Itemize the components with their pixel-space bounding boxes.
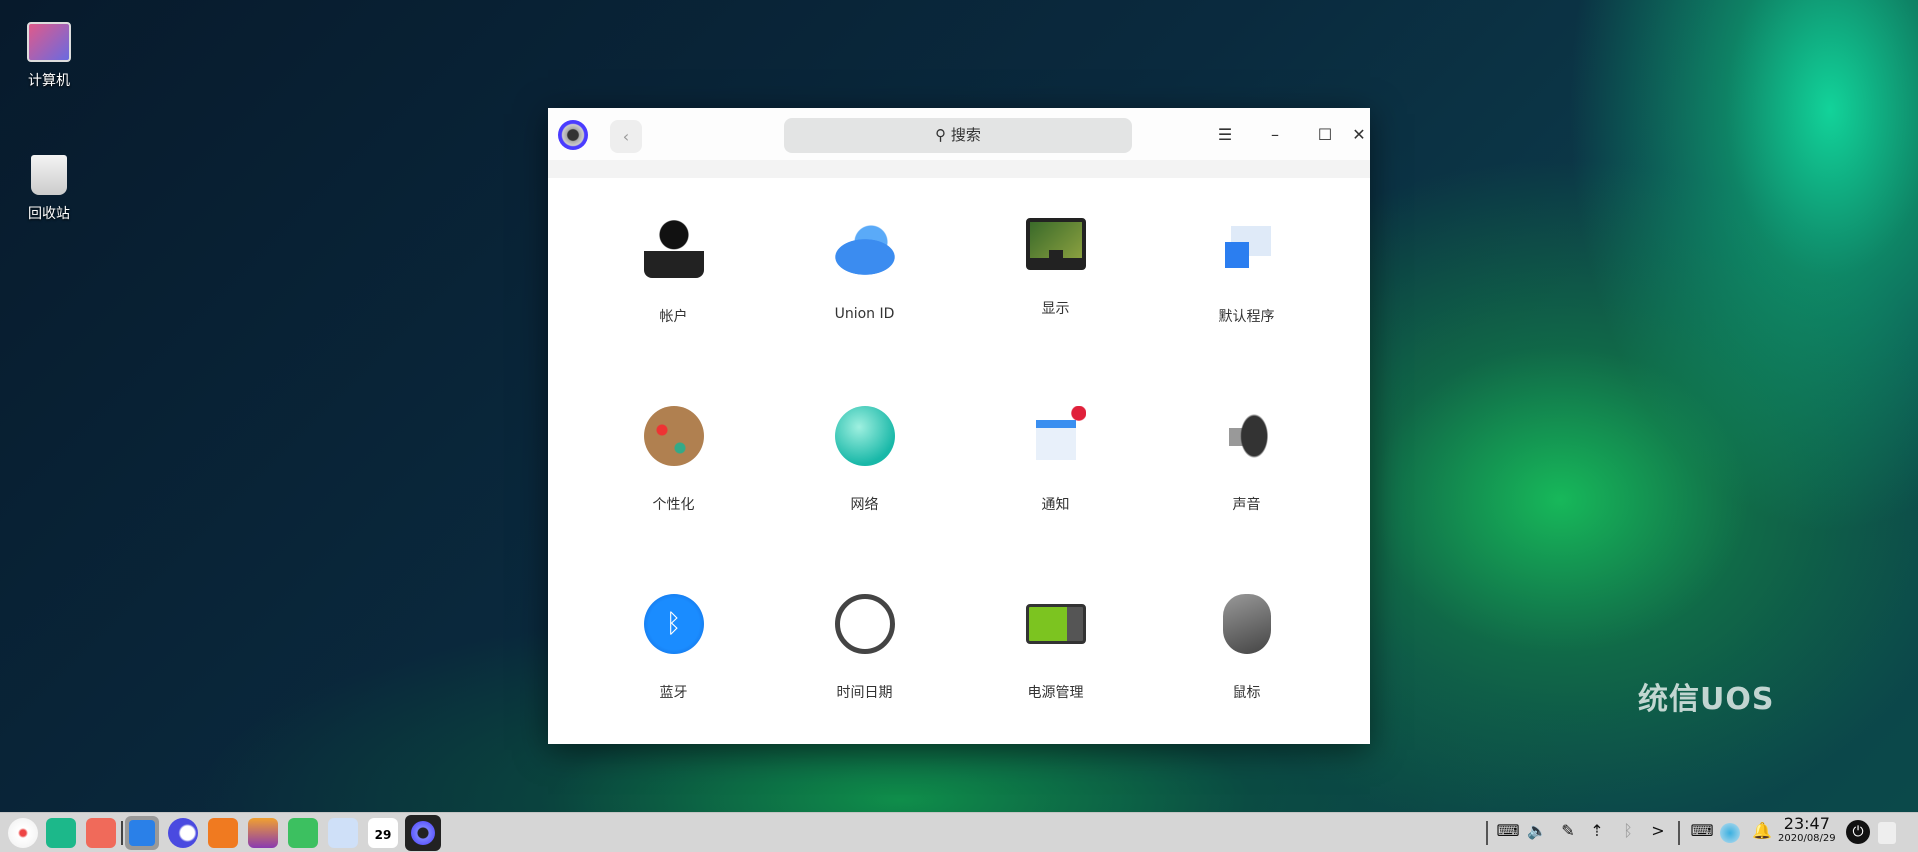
taskbar: 29 ⌨ 🔈 ✎ ⇡ ᛒ > ⌨ 🔔 23:47 2020/08/29 ⏻ <box>0 812 1918 852</box>
active-app-highlight[interactable] <box>125 816 159 850</box>
module-display[interactable]: 显示 <box>960 200 1151 388</box>
mouse-icon <box>1222 594 1271 654</box>
module-label: 鼠标 <box>1232 685 1261 701</box>
desktop-icon-computer[interactable]: 计算机 <box>9 22 89 90</box>
music-icon[interactable] <box>288 818 318 848</box>
trash-icon <box>31 155 67 195</box>
module-label: 声音 <box>1232 497 1261 513</box>
desktop-icon-label: 回收站 <box>28 206 70 222</box>
bluetooth-icon: ᛒ <box>643 594 704 654</box>
module-label: 时间日期 <box>836 685 893 701</box>
module-mouse[interactable]: 鼠标 <box>1151 576 1342 764</box>
module-power[interactable]: 电源管理 <box>960 576 1151 764</box>
tray-separator <box>1678 821 1680 845</box>
computer-icon <box>27 22 71 62</box>
default-apps-icon <box>1216 218 1277 278</box>
photo-viewer-icon[interactable] <box>248 818 278 848</box>
module-label: Union ID <box>834 306 895 322</box>
cloud-icon <box>834 218 895 278</box>
module-union-id[interactable]: Union ID <box>769 200 960 388</box>
clock-icon <box>834 594 895 654</box>
contacts-icon[interactable] <box>328 818 358 848</box>
launcher-icon[interactable] <box>8 818 38 848</box>
taskbar-separator <box>121 821 123 845</box>
browser-icon[interactable] <box>168 818 198 848</box>
module-notification[interactable]: 通知 <box>960 388 1151 576</box>
usb-icon[interactable]: ⇡ <box>1585 821 1609 840</box>
file-manager-icon[interactable] <box>46 818 76 848</box>
trash-tray-icon[interactable] <box>1878 822 1896 844</box>
module-personalization[interactable]: 个性化 <box>578 388 769 576</box>
keyboard-icon[interactable]: ⌨ <box>1496 821 1520 840</box>
clock[interactable]: 23:47 2020/08/29 <box>1778 814 1836 845</box>
module-label: 网络 <box>850 497 879 513</box>
module-label: 通知 <box>1041 497 1070 513</box>
shop-icon[interactable] <box>208 818 238 848</box>
power-button[interactable]: ⏻ <box>1846 820 1870 844</box>
desktop-icon-label: 计算机 <box>28 73 70 89</box>
module-accounts[interactable]: 帐户 <box>578 200 769 388</box>
module-label: 显示 <box>1041 301 1070 317</box>
module-label: 电源管理 <box>1027 685 1084 701</box>
close-button[interactable]: ✕ <box>1344 120 1374 150</box>
module-datetime[interactable]: 时间日期 <box>769 576 960 764</box>
module-network[interactable]: 网络 <box>769 388 960 576</box>
app-store-icon[interactable] <box>86 818 116 848</box>
input-method-icon[interactable]: ⌨ <box>1690 821 1714 840</box>
module-bluetooth[interactable]: ᛒ 蓝牙 <box>578 576 769 764</box>
menu-button[interactable]: ☰ <box>1210 120 1240 150</box>
calendar-icon[interactable]: 29 <box>368 818 398 848</box>
search-input[interactable]: ⚲ 搜索 <box>784 118 1132 153</box>
palette-icon <box>643 406 704 466</box>
volume-icon[interactable]: 🔈 <box>1525 821 1549 840</box>
account-icon <box>643 218 704 278</box>
clock-time: 23:47 <box>1783 814 1830 833</box>
module-label: 默认程序 <box>1218 309 1275 325</box>
module-default-apps[interactable]: 默认程序 <box>1151 200 1342 388</box>
network-tray-icon[interactable] <box>1720 823 1740 843</box>
network-globe-icon <box>834 406 895 466</box>
module-sound[interactable]: 声音 <box>1151 388 1342 576</box>
desktop-icon-trash[interactable]: 回收站 <box>9 155 89 223</box>
module-label: 蓝牙 <box>659 685 688 701</box>
minimize-button[interactable]: – <box>1260 120 1290 150</box>
maximize-button[interactable]: ☐ <box>1310 120 1340 150</box>
module-label: 个性化 <box>652 497 695 513</box>
module-label: 帐户 <box>659 309 688 325</box>
control-center-window: ‹ ⚲ 搜索 ☰ – ☐ ✕ 帐户 Union ID 显示 默认程序 个性化 网… <box>548 108 1370 744</box>
battery-icon <box>1025 604 1086 644</box>
search-placeholder: 搜索 <box>950 126 981 144</box>
file-folder-icon <box>129 820 155 846</box>
clock-date: 2020/08/29 <box>1778 833 1836 844</box>
back-button[interactable]: ‹ <box>610 120 642 153</box>
control-center-logo-icon <box>558 120 588 150</box>
expand-tray-button[interactable]: > <box>1646 821 1670 840</box>
header-band <box>548 160 1370 178</box>
bluetooth-tray-icon[interactable]: ᛒ <box>1616 821 1640 840</box>
control-center-taskbar-icon[interactable] <box>405 815 441 851</box>
pen-icon[interactable]: ✎ <box>1556 821 1580 840</box>
speaker-icon <box>1216 406 1277 466</box>
notification-bell-icon[interactable]: 🔔 <box>1750 821 1774 840</box>
search-icon: ⚲ <box>935 126 951 144</box>
titlebar: ‹ ⚲ 搜索 ☰ – ☐ ✕ <box>548 108 1370 160</box>
notification-icon <box>1025 406 1086 466</box>
monitor-icon <box>1025 218 1086 270</box>
uos-watermark: 统信UOS <box>1638 682 1775 717</box>
tray-separator <box>1486 821 1488 845</box>
